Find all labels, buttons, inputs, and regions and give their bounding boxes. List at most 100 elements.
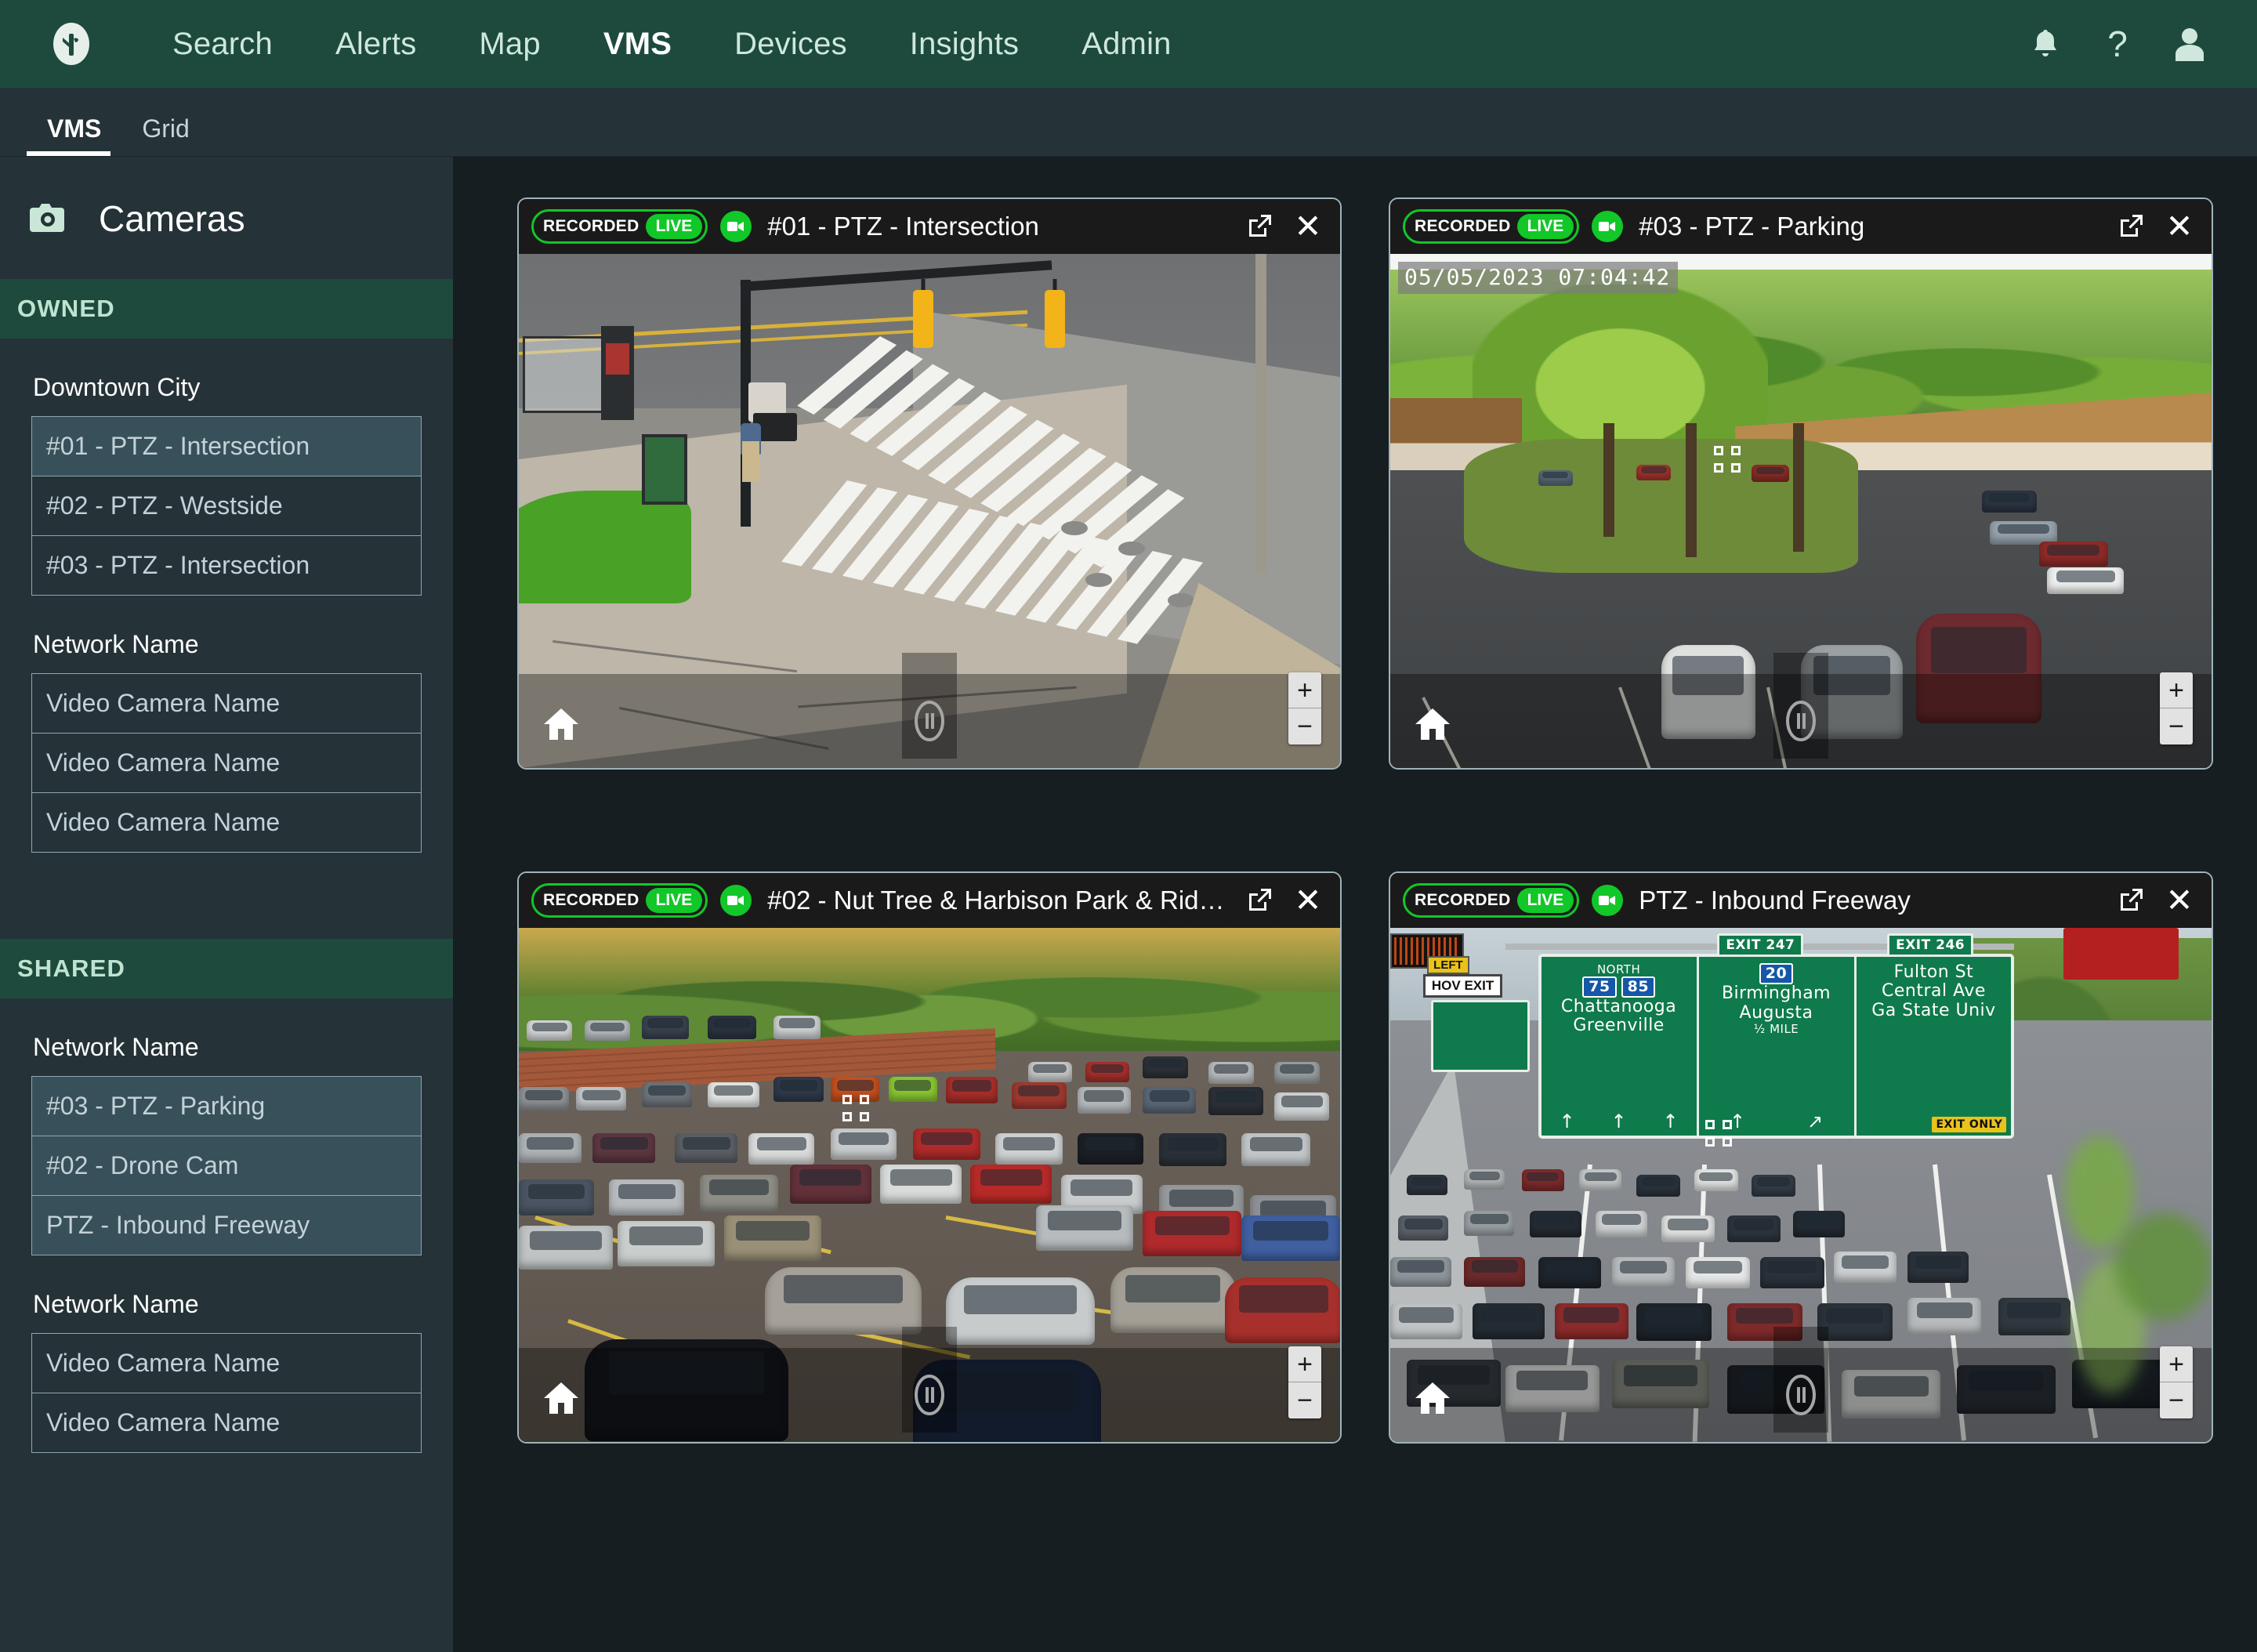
group-label: Network Name: [33, 1033, 199, 1061]
camera-status-icon: [720, 885, 752, 916]
route-shield-85: 85: [1621, 976, 1656, 998]
video-grid: RECORDED LIVE #01 - PTZ - Intersection ✕: [517, 197, 2213, 1444]
exit-only-badge: EXIT ONLY: [1932, 1116, 2007, 1132]
zoom-control[interactable]: + −: [2160, 1346, 2193, 1418]
sign-shield-20: 20: [1704, 962, 1849, 985]
tab-grid[interactable]: Grid: [121, 114, 209, 156]
nav-item-alerts[interactable]: Alerts: [304, 27, 447, 62]
sign-dest-gastate: Ga State Univ: [1871, 1001, 1996, 1021]
help-icon[interactable]: ?: [2100, 26, 2135, 62]
zoom-in-button[interactable]: +: [1288, 1346, 1321, 1382]
close-icon[interactable]: ✕: [2161, 208, 2197, 245]
list-item[interactable]: PTZ - Inbound Freeway: [32, 1196, 421, 1255]
zoom-out-button[interactable]: −: [2160, 708, 2193, 744]
sign-dest-central: Central Ave: [1882, 981, 1986, 1002]
route-shield-75: 75: [1582, 976, 1617, 998]
list-item[interactable]: #01 - PTZ - Intersection: [32, 417, 421, 476]
live-badge: LIVE: [645, 214, 703, 239]
live-badge: LIVE: [1516, 888, 1574, 913]
video-stream[interactable]: + −: [519, 254, 1340, 768]
popout-icon[interactable]: [2113, 882, 2149, 918]
close-icon[interactable]: ✕: [1290, 208, 1326, 245]
sign-arrows: ↑ ↗: [1729, 1110, 1824, 1132]
sign-column-3: EXIT 246 Fulton St Central Ave Ga State …: [1853, 933, 2012, 1136]
nav-item-search[interactable]: Search: [141, 27, 304, 62]
nav-item-map[interactable]: Map: [447, 27, 571, 62]
video-stream[interactable]: 05/05/2023 07:04:42 + −: [1390, 254, 2212, 768]
camera-icon: [30, 202, 66, 236]
zoom-control[interactable]: + −: [2160, 672, 2193, 744]
list-item[interactable]: #03 - PTZ - Parking: [32, 1077, 421, 1136]
zoom-control[interactable]: + −: [1288, 672, 1321, 744]
list-item[interactable]: #02 - PTZ - Westside: [32, 476, 421, 536]
exit-tab-246: EXIT 246: [1887, 933, 1974, 957]
sidebar-header: Cameras: [0, 157, 453, 279]
nav-item-admin[interactable]: Admin: [1050, 27, 1202, 62]
top-nav-actions: ?: [2028, 26, 2219, 62]
video-stream[interactable]: LEFT HOV EXIT NORTH 75 85 Chattanooga Gr…: [1390, 928, 2212, 1442]
pause-backdrop: [1773, 653, 1828, 759]
zoom-control[interactable]: + −: [1288, 1346, 1321, 1418]
popout-icon[interactable]: [1241, 882, 1277, 918]
zoom-in-button[interactable]: +: [2160, 1346, 2193, 1382]
group-label: Network Name: [33, 1290, 199, 1318]
zoom-out-button[interactable]: −: [1288, 1382, 1321, 1418]
close-icon[interactable]: ✕: [2161, 882, 2197, 918]
home-icon[interactable]: [541, 704, 581, 744]
list-item[interactable]: #02 - Drone Cam: [32, 1136, 421, 1196]
sprout-logo-icon[interactable]: [47, 20, 96, 68]
video-control-bar: + −: [1390, 1327, 2212, 1442]
video-panel-inbound-freeway[interactable]: RECORDED LIVE PTZ - Inbound Freeway ✕ LE…: [1389, 871, 2213, 1444]
home-icon[interactable]: [1412, 704, 1453, 744]
video-stream[interactable]: + −: [519, 928, 1340, 1442]
list-item[interactable]: Video Camera Name: [32, 734, 421, 793]
recorded-label: RECORDED: [543, 217, 639, 235]
panel-title: PTZ - Inbound Freeway: [1639, 886, 1911, 915]
video-panel-intersection[interactable]: RECORDED LIVE #01 - PTZ - Intersection ✕: [517, 197, 1342, 770]
video-control-bar: + −: [519, 1327, 1340, 1442]
sign-dest-chattanooga: Chattanooga: [1560, 996, 1677, 1016]
user-account-icon[interactable]: [2172, 27, 2207, 61]
recorded-live-toggle[interactable]: RECORDED LIVE: [1403, 883, 1580, 918]
group-label: Downtown City: [33, 373, 201, 401]
recorded-live-toggle[interactable]: RECORDED LIVE: [1403, 209, 1580, 244]
nav-item-vms[interactable]: VMS: [572, 27, 703, 62]
sign-arrows: ↑ ↑ ↑: [1559, 1110, 1679, 1132]
exit-tab-247: EXIT 247: [1717, 933, 1804, 957]
group-shared-network: Network Name #03 - PTZ - Parking #02 - D…: [0, 1033, 453, 1453]
zoom-out-button[interactable]: −: [1288, 708, 1321, 744]
list-item[interactable]: Video Camera Name: [32, 1393, 421, 1453]
secondary-green-sign: [1431, 999, 1531, 1072]
tab-vms[interactable]: VMS: [27, 114, 121, 156]
list-item[interactable]: Video Camera Name: [32, 1334, 421, 1393]
zoom-in-button[interactable]: +: [2160, 672, 2193, 708]
recorded-live-toggle[interactable]: RECORDED LIVE: [531, 883, 708, 918]
zoom-in-button[interactable]: +: [1288, 672, 1321, 708]
nav-item-devices[interactable]: Devices: [703, 27, 879, 62]
notifications-bell-icon[interactable]: [2028, 27, 2063, 61]
camera-status-icon: [1592, 211, 1624, 242]
billboard: [2063, 928, 2179, 980]
home-icon[interactable]: [1412, 1378, 1453, 1418]
group-label: Network Name: [33, 630, 199, 658]
pause-backdrop: [902, 653, 957, 759]
recorded-live-toggle[interactable]: RECORDED LIVE: [531, 209, 708, 244]
video-panel-park-and-ride[interactable]: RECORDED LIVE #02 - Nut Tree & Harbison …: [517, 871, 1342, 1444]
sign-dest-augusta: Augusta: [1739, 1002, 1813, 1023]
zoom-out-button[interactable]: −: [2160, 1382, 2193, 1418]
video-panel-parking[interactable]: RECORDED LIVE #03 - PTZ - Parking ✕ 05/0…: [1389, 197, 2213, 770]
camera-list: #03 - PTZ - Parking #02 - Drone Cam PTZ …: [31, 1076, 422, 1255]
list-item[interactable]: Video Camera Name: [32, 674, 421, 734]
home-icon[interactable]: [541, 1378, 581, 1418]
popout-icon[interactable]: [2113, 208, 2149, 245]
sign-north-label: NORTH: [1596, 962, 1641, 976]
left-exit-tab: LEFT: [1427, 956, 1469, 975]
close-icon[interactable]: ✕: [1290, 882, 1326, 918]
list-item[interactable]: #03 - PTZ - Intersection: [32, 536, 421, 596]
popout-icon[interactable]: [1241, 208, 1277, 245]
list-item[interactable]: Video Camera Name: [32, 793, 421, 853]
camera-list: #01 - PTZ - Intersection #02 - PTZ - Wes…: [31, 416, 422, 596]
panel-header: RECORDED LIVE #01 - PTZ - Intersection ✕: [519, 199, 1340, 254]
body-split: Cameras OWNED Downtown City #01 - PTZ - …: [0, 157, 2257, 1652]
nav-item-insights[interactable]: Insights: [879, 27, 1050, 62]
